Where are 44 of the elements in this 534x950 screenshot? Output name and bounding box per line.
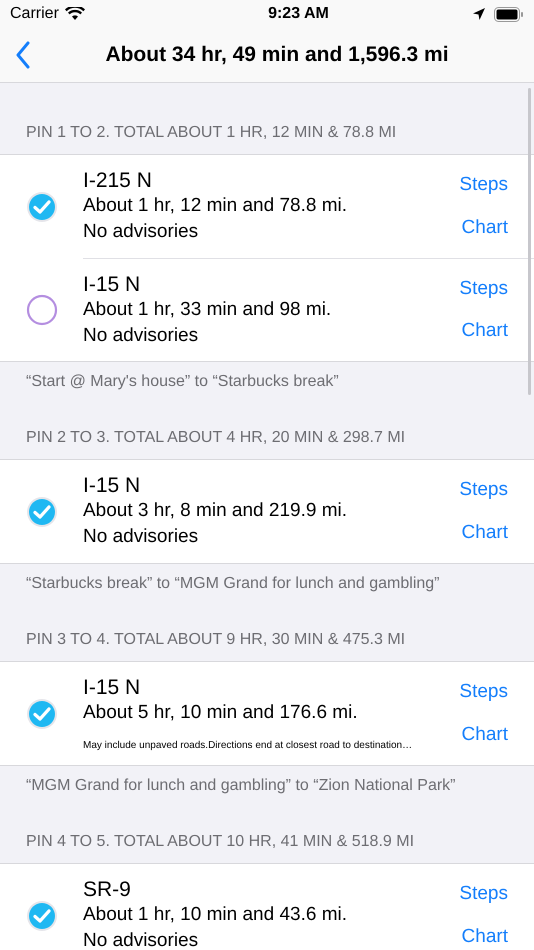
carrier-label: Carrier — [10, 4, 59, 24]
battery-icon — [494, 6, 524, 22]
chart-link[interactable]: Chart — [462, 926, 508, 948]
chart-link[interactable]: Chart — [462, 522, 508, 544]
section-header: PIN 4 TO 5. TOTAL ABOUT 10 HR, 41 MIN & 518.9 MI — [26, 832, 414, 852]
road-name: I-15 N — [83, 272, 142, 298]
steps-link[interactable]: Steps — [459, 278, 508, 300]
section-footer: “MGM Grand for lunch and gambling” to “Zion National Park” — [26, 774, 456, 798]
steps-link[interactable]: Steps — [459, 479, 508, 501]
section-footer: “Start @ Mary's house” to “Starbucks break” — [26, 370, 339, 394]
location-arrow-icon — [472, 7, 486, 21]
clock-time: 9:23 AM — [268, 4, 329, 24]
route-summary: About 3 hr, 8 min and 219.9 mi. — [83, 499, 348, 523]
advisory-text: No advisories — [83, 930, 200, 950]
road-name: I-15 N — [83, 473, 142, 499]
chart-link[interactable]: Chart — [462, 320, 508, 342]
checkmark-icon[interactable] — [26, 496, 58, 528]
steps-link[interactable]: Steps — [459, 681, 508, 703]
back-chevron-icon[interactable] — [16, 41, 30, 69]
chart-link[interactable]: Chart — [462, 217, 508, 239]
route-summary: About 1 hr, 12 min and 78.8 mi. — [83, 194, 348, 218]
checkmark-icon[interactable] — [26, 900, 58, 932]
nav-title: About 34 hr, 49 min and 1,596.3 mi — [104, 42, 449, 68]
radio-circle-icon[interactable] — [26, 294, 58, 326]
advisory-text: No advisories — [83, 526, 200, 548]
road-name: I-215 N — [83, 168, 153, 194]
route-summary: About 5 hr, 10 min and 176.6 mi. — [83, 701, 359, 725]
steps-link[interactable]: Steps — [459, 174, 508, 196]
advisory-text: No advisories — [83, 325, 200, 347]
section-header: PIN 1 TO 2. TOTAL ABOUT 1 HR, 12 MIN & 78.8 MI — [26, 123, 396, 143]
route-summary: About 1 hr, 10 min and 43.6 mi. — [83, 903, 348, 927]
road-name: I-15 N — [83, 675, 142, 701]
checkmark-icon[interactable] — [26, 190, 58, 222]
section-footer: “Starbucks break” to “MGM Grand for lunch and gambling” — [26, 572, 440, 596]
checkmark-icon[interactable] — [26, 698, 58, 730]
chart-link[interactable]: Chart — [462, 724, 508, 746]
route-summary: About 1 hr, 33 min and 98 mi. — [83, 298, 332, 322]
steps-link[interactable]: Steps — [459, 883, 508, 905]
advisory-text: No advisories — [83, 221, 200, 243]
road-name: SR-9 — [83, 877, 132, 903]
section-header: PIN 3 TO 4. TOTAL ABOUT 9 HR, 30 MIN & 475.3 MI — [26, 630, 406, 650]
advisory-text: May include unpaved roads.Directions end at closest road to destination… — [83, 739, 414, 753]
section-header: PIN 2 TO 3. TOTAL ABOUT 4 HR, 20 MIN & 298.7 MI — [26, 428, 406, 448]
wifi-icon — [64, 7, 85, 21]
